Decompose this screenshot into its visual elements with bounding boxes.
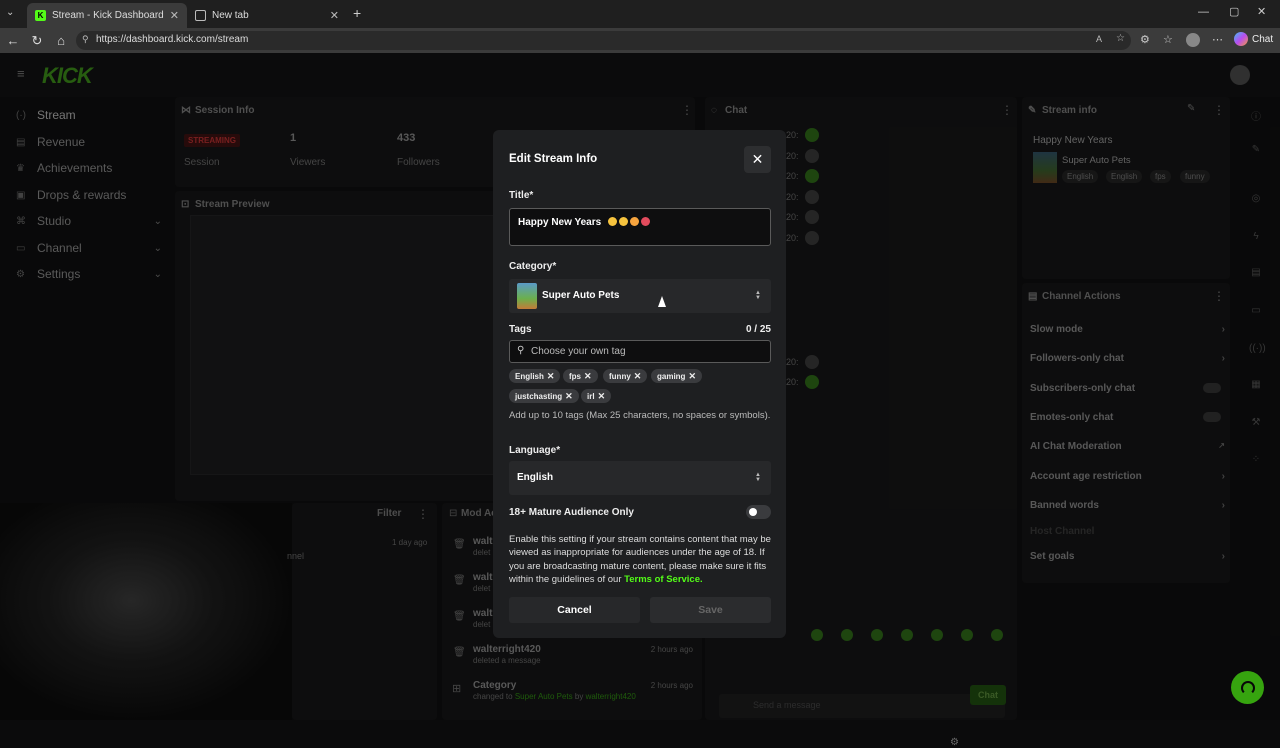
tab-title: New tab	[212, 10, 249, 21]
emoji-icon	[618, 217, 628, 226]
copilot-icon	[1234, 32, 1248, 46]
tag-chip-justchasting: justchasting ✕	[509, 389, 579, 403]
tag-label: fps	[569, 372, 581, 381]
maximize-button[interactable]: ▢	[1229, 5, 1239, 18]
close-button[interactable]: ✕	[744, 146, 771, 173]
title-input[interactable]: Happy New Years	[509, 208, 771, 246]
browser-tab-bar: ⌄ K Stream - Kick Dashboard ✕ New tab ✕ …	[0, 0, 1280, 28]
select-arrows-icon: ▲ ▼	[755, 290, 761, 301]
home-button[interactable]: ⌂	[53, 33, 69, 48]
page-favicon-icon	[195, 10, 206, 21]
new-tab-button[interactable]: +	[353, 5, 361, 21]
language-select[interactable]: English ▲ ▼	[509, 461, 771, 495]
search-icon: ⚲	[517, 345, 525, 356]
category-select[interactable]: Super Auto Pets ▲ ▼	[509, 279, 771, 313]
minimize-button[interactable]: —	[1198, 6, 1209, 18]
close-window-button[interactable]: ✕	[1257, 5, 1266, 18]
toggle-knob	[749, 508, 757, 516]
extensions-icon[interactable]: ⚙	[1140, 33, 1150, 46]
favorites-icon[interactable]: ☆	[1163, 33, 1173, 46]
select-arrows-icon: ▲ ▼	[755, 472, 761, 483]
browser-toolbar: ← ↻ ⌂ ⚲ https://dashboard.kick.com/strea…	[0, 28, 1280, 53]
tab-close-icon[interactable]: ✕	[170, 9, 179, 22]
tab-close-icon[interactable]: ✕	[330, 9, 339, 22]
tag-label: irl	[587, 392, 595, 401]
remove-tag-icon[interactable]: ✕	[584, 371, 592, 381]
tags-label: Tags	[509, 324, 532, 335]
mouse-cursor-icon	[658, 296, 666, 307]
tags-counter: 0 / 25	[745, 324, 771, 335]
tag-chip-funny: funny ✕	[603, 369, 648, 383]
language-label: Language*	[509, 445, 561, 456]
tag-chip-fps: fps ✕	[563, 369, 598, 383]
mature-audience-toggle[interactable]	[746, 505, 771, 519]
tab-list-chevron-icon[interactable]: ⌄	[6, 7, 14, 18]
mature-audience-label: 18+ Mature Audience Only	[509, 507, 634, 518]
chat-settings-icon[interactable]: ⚙	[950, 737, 959, 748]
back-button[interactable]: ←	[5, 33, 21, 48]
tag-label: funny	[609, 372, 631, 381]
site-info-icon[interactable]: ⚲	[82, 34, 89, 45]
dialog-title: Edit Stream Info	[509, 153, 598, 165]
profile-avatar[interactable]	[1186, 33, 1200, 47]
tab-new-tab[interactable]: New tab ✕	[187, 3, 347, 28]
cancel-button[interactable]: Cancel	[509, 597, 640, 623]
terms-of-service-link[interactable]: Terms of Service.	[624, 574, 703, 585]
emoji-icon	[629, 217, 639, 226]
tag-label: English	[515, 372, 544, 381]
tab-kick-dashboard[interactable]: K Stream - Kick Dashboard ✕	[27, 3, 187, 28]
tag-chip-gaming: gaming ✕	[651, 369, 702, 383]
address-field[interactable]: ⚲ https://dashboard.kick.com/stream A ☆	[76, 31, 1131, 50]
title-value: Happy New Years	[518, 217, 602, 228]
tag-label: justchasting	[515, 392, 563, 401]
remove-tag-icon[interactable]: ✕	[565, 391, 573, 401]
read-aloud-icon[interactable]: A	[1096, 34, 1102, 44]
category-value: Super Auto Pets	[542, 290, 620, 301]
category-thumbnail	[517, 283, 537, 309]
tag-chip-english: English ✕	[509, 369, 561, 383]
tag-label: gaming	[657, 372, 686, 381]
copilot-chat-button[interactable]: Chat	[1234, 32, 1273, 46]
emoji-icon	[640, 217, 650, 226]
tag-input[interactable]: ⚲ Choose your own tag	[509, 340, 771, 363]
remove-tag-icon[interactable]: ✕	[547, 371, 555, 381]
url-text: https://dashboard.kick.com/stream	[96, 34, 249, 45]
tags-hint: Add up to 10 tags (Max 25 characters, no…	[509, 410, 771, 421]
mature-audience-description: Enable this setting if your stream conta…	[509, 533, 773, 586]
remove-tag-icon[interactable]: ✕	[688, 371, 696, 381]
close-icon: ✕	[751, 151, 764, 167]
tag-chip-irl: irl ✕	[581, 389, 612, 403]
favorite-star-icon[interactable]: ☆	[1116, 33, 1125, 44]
title-label: Title*	[509, 190, 534, 201]
save-button[interactable]: Save	[650, 597, 771, 623]
remove-tag-icon[interactable]: ✕	[598, 391, 606, 401]
reload-button[interactable]: ↻	[29, 33, 45, 49]
more-menu-icon[interactable]: ⋯	[1212, 33, 1223, 46]
edit-stream-info-dialog: Edit Stream Info ✕ Title* Happy New Year…	[493, 130, 786, 638]
language-value: English	[517, 472, 554, 483]
chat-label: Chat	[1252, 33, 1274, 45]
kick-favicon-icon: K	[35, 10, 46, 21]
remove-tag-icon[interactable]: ✕	[634, 371, 642, 381]
tab-title: Stream - Kick Dashboard	[52, 10, 164, 21]
category-label: Category*	[509, 261, 557, 272]
emoji-icon	[607, 217, 617, 226]
tag-input-placeholder: Choose your own tag	[531, 346, 626, 357]
